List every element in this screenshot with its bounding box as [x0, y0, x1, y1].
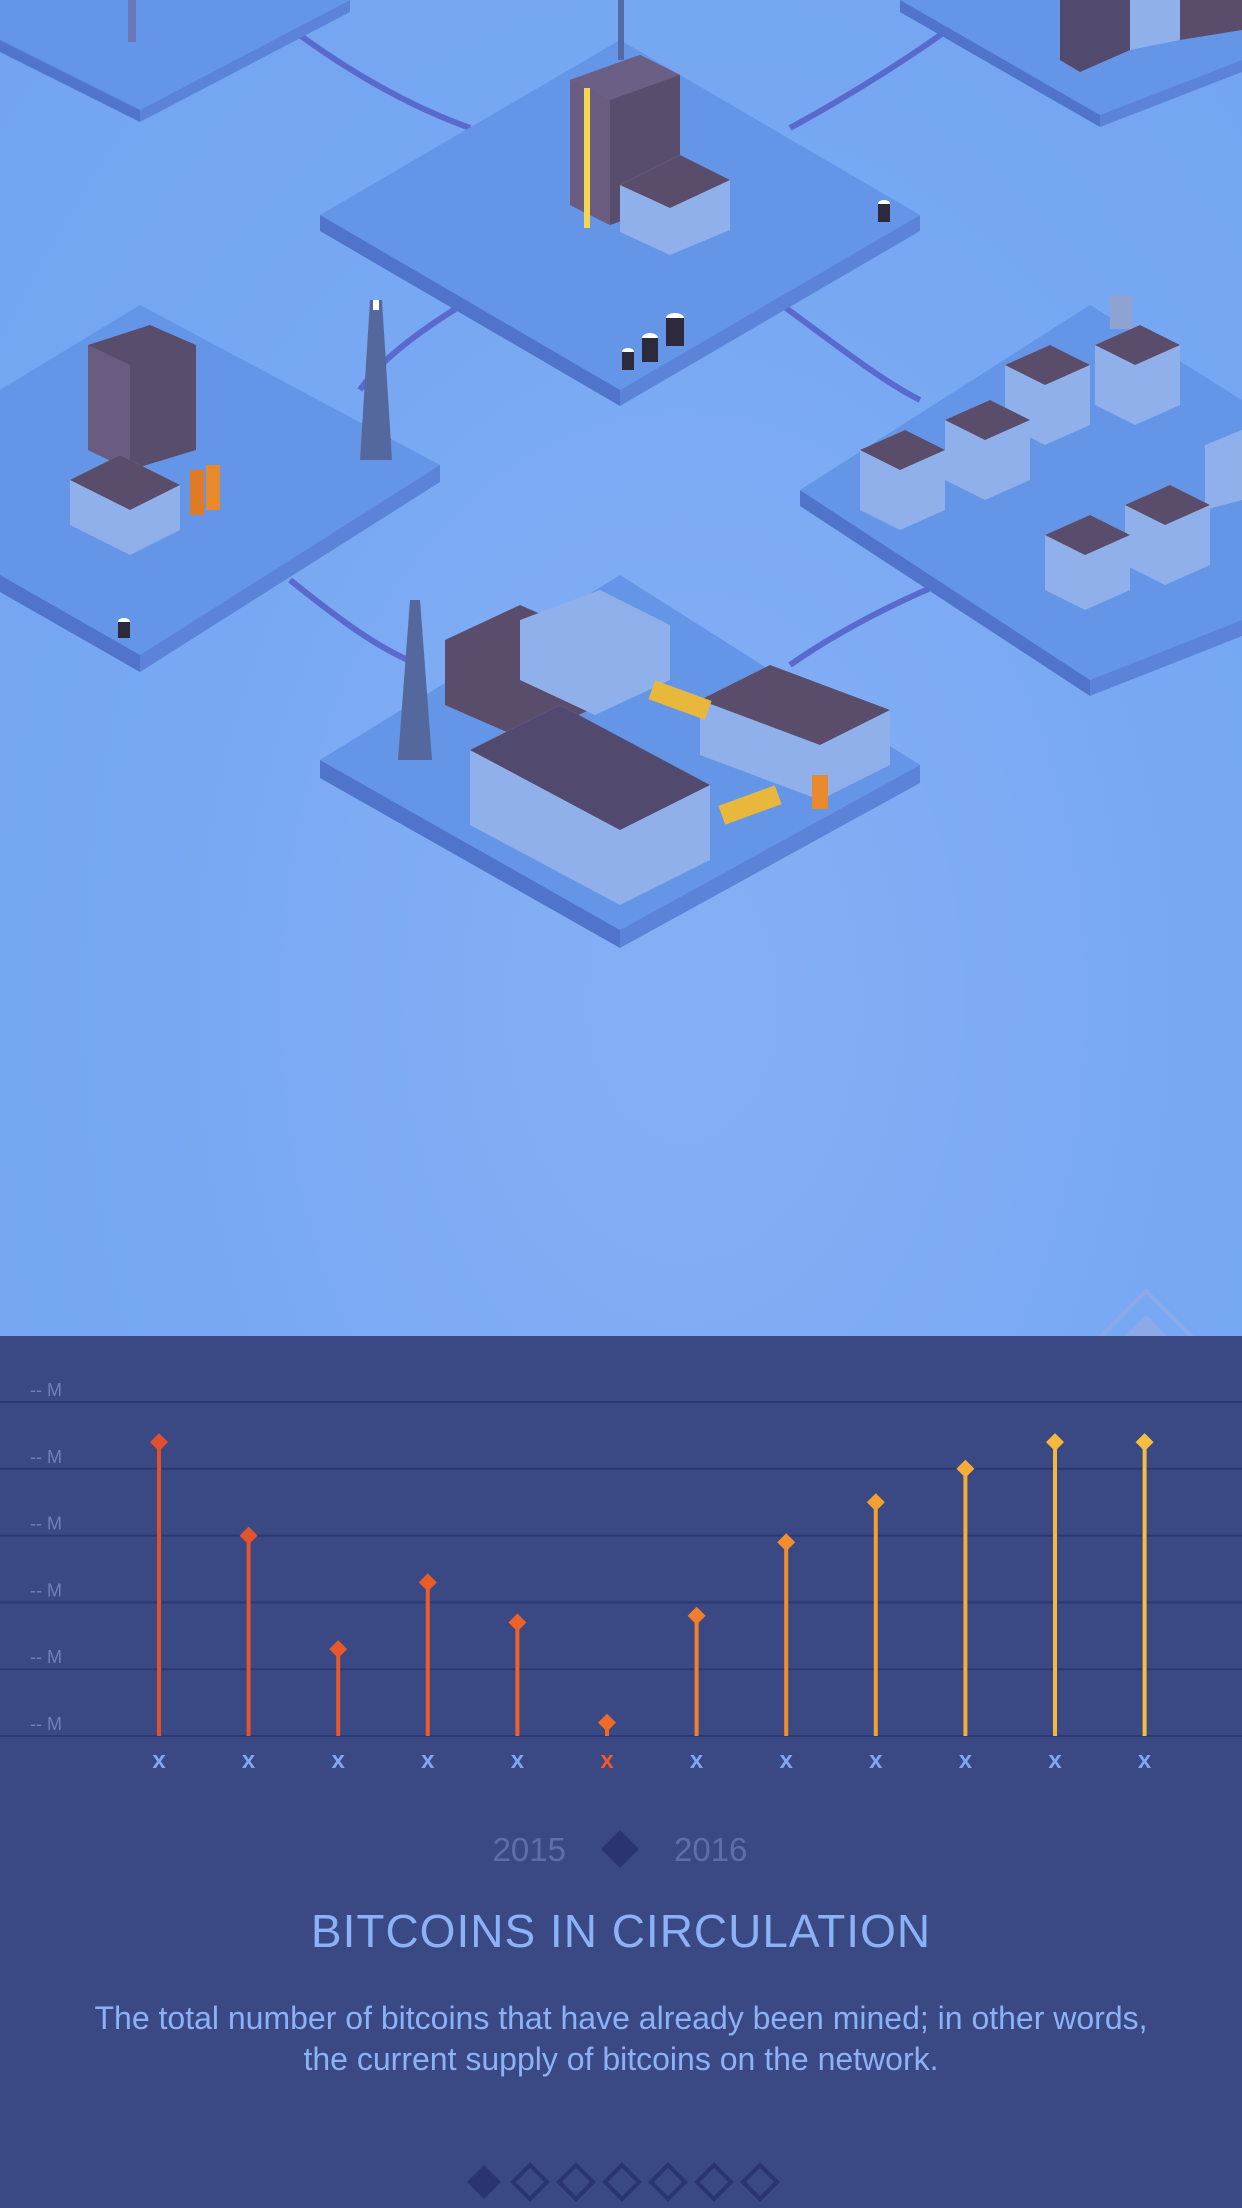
x-tick-label[interactable]: x — [1138, 1747, 1152, 1774]
x-tick-label[interactable]: x — [959, 1747, 973, 1774]
y-tick-label: -- M — [30, 1647, 62, 1667]
page-indicator — [467, 2162, 780, 2202]
mining-scene-illustration — [0, 0, 1242, 1336]
page-dot-icon[interactable] — [648, 2162, 688, 2202]
platform-left — [0, 300, 440, 672]
page-dot-icon[interactable] — [556, 2162, 596, 2202]
page-dot-icon[interactable] — [602, 2162, 642, 2202]
bitcoins-lollipop-chart: -- M -- M -- M -- M -- M -- M x x x x x x x x x x x x — [0, 1380, 1242, 1774]
x-tick-label[interactable]: x — [869, 1747, 883, 1774]
platform-top-right — [900, 0, 1242, 127]
chart-point-marker[interactable] — [418, 1573, 437, 1592]
chart-point-marker[interactable] — [598, 1713, 616, 1732]
stat-title: BITCOINS IN CIRCULATION — [310, 1905, 932, 1957]
chart-point-marker[interactable] — [1135, 1433, 1154, 1452]
x-tick-label[interactable]: x — [690, 1747, 704, 1774]
y-tick-label: -- M — [30, 1514, 62, 1534]
isometric-mining-facilities-art — [0, 0, 1242, 948]
stats-panel: -- M -- M -- M -- M -- M -- M x x x x x x x x x x x x 201… — [0, 1336, 1242, 2208]
y-tick-label: -- M — [30, 1447, 62, 1467]
year-divider-diamond-icon — [601, 1830, 639, 1868]
y-tick-label: -- M — [30, 1714, 62, 1734]
x-tick-label[interactable]: x — [152, 1747, 166, 1774]
platform-center-top — [320, 0, 920, 406]
x-tick-label[interactable]: x — [421, 1747, 435, 1774]
page-dot-icon[interactable] — [467, 2165, 501, 2199]
page-dot-icon[interactable] — [740, 2162, 780, 2202]
y-tick-label: -- M — [30, 1380, 62, 1400]
chart-point-marker[interactable] — [239, 1526, 258, 1545]
x-tick-label[interactable]: x — [511, 1747, 525, 1774]
app-screen: -- M -- M -- M -- M -- M -- M x x x x x x x x x x x x 201… — [0, 0, 1242, 2208]
page-dot-icon[interactable] — [510, 2162, 550, 2202]
chart-point-marker[interactable] — [1046, 1433, 1064, 1452]
x-tick-label[interactable]: x — [242, 1747, 256, 1774]
platform-center-bottom — [320, 575, 920, 948]
x-tick-label[interactable]: x — [780, 1747, 794, 1774]
platform-right — [800, 295, 1242, 696]
chart-point-marker[interactable] — [508, 1613, 527, 1632]
chart-point-marker[interactable] — [866, 1493, 885, 1512]
x-tick-label[interactable]: x — [1048, 1747, 1062, 1774]
year-2015-button[interactable]: 2015 — [493, 1820, 566, 1880]
x-tick-label[interactable]: x — [332, 1747, 346, 1774]
chart-point-marker[interactable] — [329, 1640, 348, 1659]
y-tick-label: -- M — [30, 1580, 62, 1600]
page-dot-icon[interactable] — [694, 2162, 734, 2202]
platform-top-left — [0, 0, 350, 122]
chart-point-marker[interactable] — [150, 1433, 168, 1452]
year-selector: 2015 2016 — [0, 1820, 1242, 1880]
stat-description: The total number of bitcoins that have a… — [94, 2000, 1148, 2077]
x-tick-label[interactable]: x — [600, 1747, 614, 1774]
chart-point-marker[interactable] — [687, 1606, 706, 1625]
year-2016-button[interactable]: 2016 — [674, 1820, 747, 1880]
chart-point-marker[interactable] — [956, 1459, 975, 1478]
